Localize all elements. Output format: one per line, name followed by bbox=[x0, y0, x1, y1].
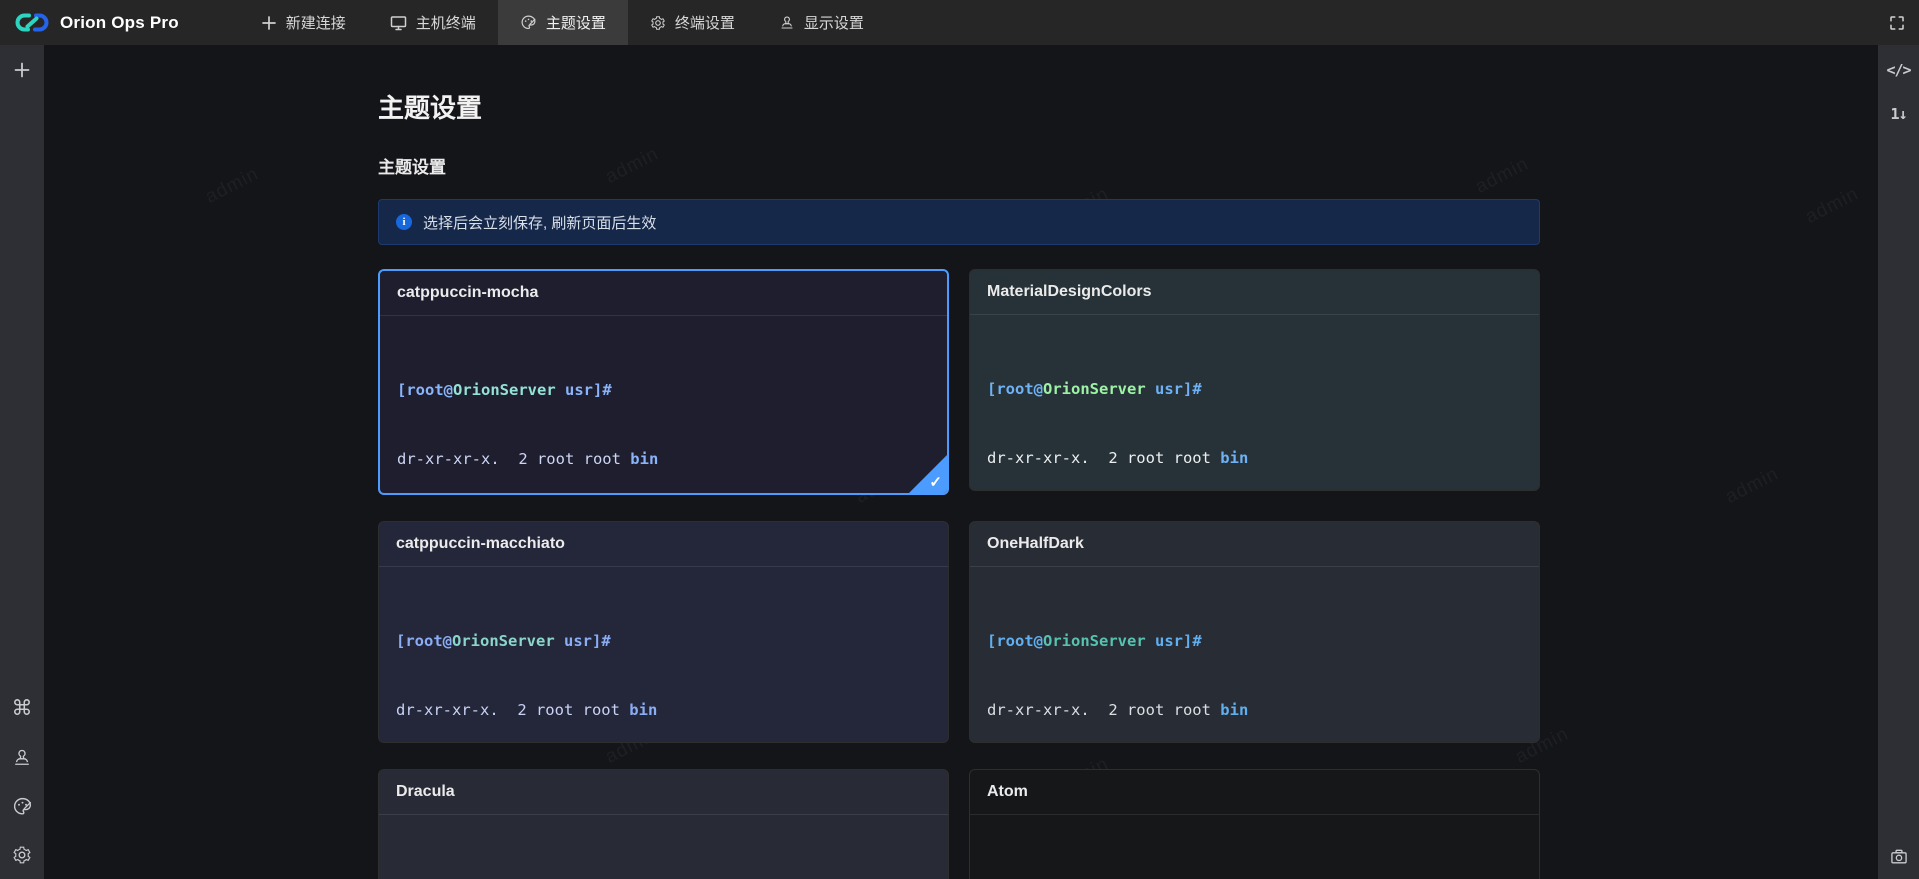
theme-name: catppuccin-mocha bbox=[380, 271, 947, 316]
tab-label: 主机终端 bbox=[416, 12, 476, 33]
palette-icon[interactable] bbox=[12, 796, 33, 817]
monitor-icon bbox=[390, 15, 407, 31]
app-title: Orion Ops Pro bbox=[60, 13, 179, 33]
terminal-preview: [root@OrionServer usr]# dr-xr-xr-x. 2 ro… bbox=[379, 567, 948, 743]
info-icon: i bbox=[396, 214, 412, 230]
theme-card-atom[interactable]: Atom [root@OrionServer usr]# dr-xr-xr-x.… bbox=[969, 769, 1540, 879]
code-icon[interactable]: </> bbox=[1886, 61, 1910, 79]
main-content: admin admin admin admin admin admin admi… bbox=[44, 45, 1878, 879]
tab-label: 显示设置 bbox=[804, 12, 864, 33]
theme-name: OneHalfDark bbox=[970, 522, 1539, 567]
stamp-icon[interactable] bbox=[12, 748, 32, 768]
watermark: admin bbox=[202, 163, 263, 208]
info-alert-text: 选择后会立刻保存, 刷新页面后生效 bbox=[423, 212, 656, 233]
theme-name: Dracula bbox=[379, 770, 948, 815]
plus-icon bbox=[261, 15, 277, 31]
palette-icon bbox=[520, 14, 537, 31]
tab-host-terminal[interactable]: 主机终端 bbox=[368, 0, 498, 45]
terminal-preview: [root@OrionServer usr]# dr-xr-xr-x. 2 ro… bbox=[970, 815, 1539, 879]
right-sidebar: </> 1↓ bbox=[1878, 45, 1919, 879]
app-logo-icon bbox=[14, 10, 50, 36]
theme-name: catppuccin-macchiato bbox=[379, 522, 948, 567]
tab-label: 新建连接 bbox=[286, 12, 346, 33]
main-nav: 新建连接 主机终端 主题设置 bbox=[239, 0, 886, 45]
tab-theme-settings[interactable]: 主题设置 bbox=[498, 0, 628, 45]
theme-card-onehalfdark[interactable]: OneHalfDark [root@OrionServer usr]# dr-x… bbox=[969, 521, 1540, 743]
command-icon[interactable]: ⌘ bbox=[12, 696, 33, 720]
check-icon: ✓ bbox=[929, 475, 942, 490]
page-title: 主题设置 bbox=[378, 93, 1540, 123]
terminal-preview: [root@OrionServer usr]# dr-xr-xr-x. 2 ro… bbox=[379, 815, 948, 879]
theme-card-dracula[interactable]: Dracula [root@OrionServer usr]# dr-xr-xr… bbox=[378, 769, 949, 879]
tab-label: 主题设置 bbox=[546, 12, 606, 33]
watermark: admin bbox=[1802, 183, 1863, 228]
tab-terminal-settings[interactable]: 终端设置 bbox=[628, 0, 757, 45]
theme-name: Atom bbox=[970, 770, 1539, 815]
fullscreen-icon[interactable] bbox=[1888, 14, 1906, 32]
watermark: admin bbox=[1722, 463, 1783, 508]
gear-icon bbox=[650, 15, 666, 31]
theme-card-materialdesigncolors[interactable]: MaterialDesignColors [root@OrionServer u… bbox=[969, 269, 1540, 491]
topbar: Orion Ops Pro 新建连接 主机终端 主题设置 bbox=[0, 0, 1919, 45]
info-alert: i 选择后会立刻保存, 刷新页面后生效 bbox=[378, 199, 1540, 245]
tab-display-settings[interactable]: 显示设置 bbox=[757, 0, 886, 45]
left-sidebar: ⌘ bbox=[0, 45, 44, 879]
terminal-preview: [root@OrionServer usr]# dr-xr-xr-x. 2 ro… bbox=[970, 567, 1539, 743]
section-title: 主题设置 bbox=[378, 157, 1540, 179]
add-icon[interactable] bbox=[13, 61, 31, 79]
theme-card-catppuccin-macchiato[interactable]: catppuccin-macchiato [root@OrionServer u… bbox=[378, 521, 949, 743]
brand: Orion Ops Pro bbox=[0, 10, 197, 36]
stamp-icon bbox=[779, 15, 795, 31]
theme-name: MaterialDesignColors bbox=[970, 270, 1539, 315]
theme-card-catppuccin-mocha[interactable]: catppuccin-mocha [root@OrionServer usr]#… bbox=[378, 269, 949, 495]
sort-icon[interactable]: 1↓ bbox=[1890, 105, 1906, 123]
tab-new-connection[interactable]: 新建连接 bbox=[239, 0, 368, 45]
terminal-preview: [root@OrionServer usr]# dr-xr-xr-x. 2 ro… bbox=[380, 316, 947, 495]
terminal-preview: [root@OrionServer usr]# dr-xr-xr-x. 2 ro… bbox=[970, 315, 1539, 491]
theme-grid: catppuccin-mocha [root@OrionServer usr]#… bbox=[378, 269, 1540, 879]
tab-label: 终端设置 bbox=[675, 12, 735, 33]
settings-gear-icon[interactable] bbox=[12, 845, 32, 865]
camera-icon[interactable] bbox=[1889, 847, 1909, 867]
